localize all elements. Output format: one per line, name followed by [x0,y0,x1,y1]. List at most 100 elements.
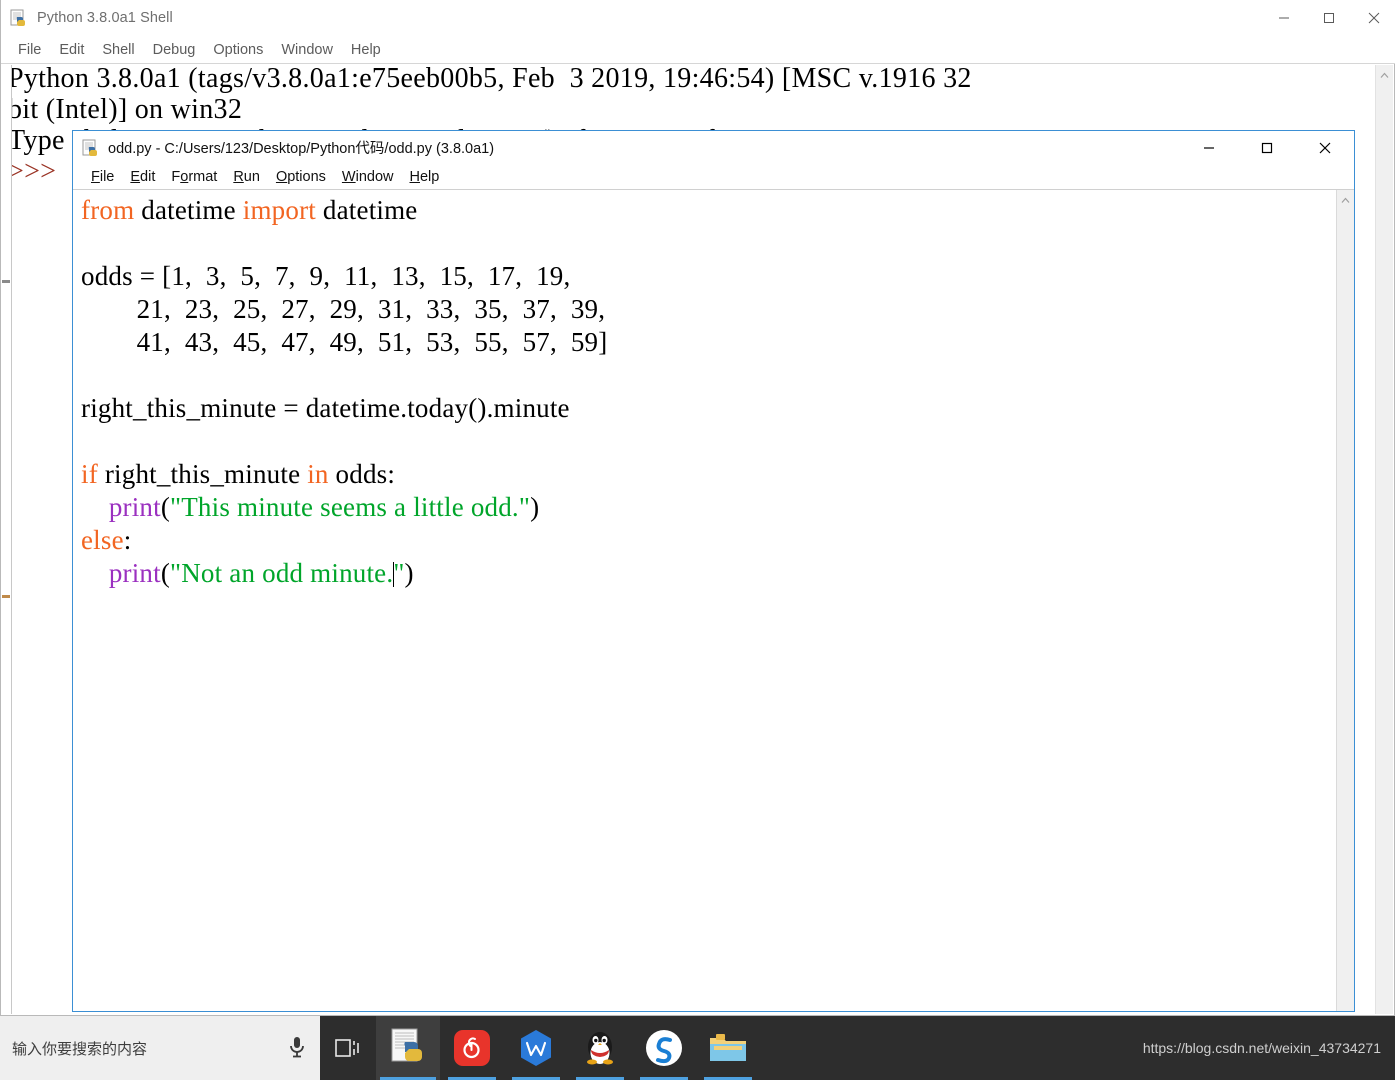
search-placeholder-text: 输入你要搜索的内容 [12,1040,148,1058]
wps-office-taskbar-icon [518,1029,554,1067]
shell-menu-options[interactable]: Options [204,40,272,60]
editor-window-controls [1180,131,1354,164]
python-idle-icon [82,139,100,157]
mnemonic: H [409,168,420,185]
shell-minimize-button[interactable] [1261,0,1306,36]
taskbar-search-box[interactable]: 输入你要搜索的内容 [0,1016,320,1080]
string-literal: "This minute seems a little odd." [170,492,531,522]
menu-rest: indow [355,168,394,185]
shell-menu-help[interactable]: Help [342,40,390,60]
keyword-else: else [81,525,124,555]
keyword-if: if [81,459,98,489]
editor-minimize-button[interactable] [1180,131,1238,164]
python-idle-taskbar-icon [389,1027,427,1070]
shell-menu-debug[interactable]: Debug [144,40,205,60]
menu-rest: rmat [188,168,218,185]
shell-menu-file[interactable]: File [9,40,50,60]
code-line-3: odds = [1, 3, 5, 7, 9, 11, 13, 15, 17, 1… [81,261,571,291]
taskbar-app-sogou[interactable] [632,1016,696,1080]
code-line-11: else: [81,524,131,557]
string-literal: "Not an odd minute. [170,558,394,588]
shell-titlebar[interactable]: Python 3.8.0a1 Shell [1,0,1395,37]
taskbar-app-file-explorer[interactable] [696,1016,760,1080]
microphone-icon[interactable] [274,1016,320,1080]
editor-menu-window[interactable]: Window [334,168,402,186]
editor-vertical-scrollbar[interactable] [1336,190,1354,1011]
builtin-print: print [108,492,161,522]
sogou-taskbar-icon [646,1030,682,1066]
desktop-root: Python 3.8.0a1 Shell File Edit Shell Deb… [0,0,1395,1080]
paren-open: ( [160,558,171,588]
taskbar-app-wps-office[interactable] [504,1016,568,1080]
menu-rest: elp [419,168,440,185]
code-text: : [123,525,132,555]
menu-pre: F [171,168,181,185]
code-line-5: 41, 43, 45, 47, 49, 51, 53, 55, 57, 59] [81,327,608,357]
editor-maximize-button[interactable] [1238,131,1296,164]
gutter-tick [2,595,10,598]
mnemonic: O [275,168,288,185]
shell-maximize-button[interactable] [1306,0,1351,36]
code-text: right_this_minute [97,459,308,489]
gutter-tick [2,280,10,283]
code-line-4: 21, 23, 25, 27, 29, 31, 33, 35, 37, 39, [81,294,606,324]
code-line-1: from datetime import datetime [81,194,417,227]
editor-menu-options[interactable]: Options [268,168,334,186]
scroll-up-arrow-icon[interactable] [1337,192,1354,208]
shell-menu-shell[interactable]: Shell [93,40,143,60]
menu-rest: ile [99,168,115,185]
mnemonic: R [233,168,244,185]
shell-menubar: File Edit Shell Debug Options Window Hel… [1,36,1395,64]
editor-menu-help[interactable]: Help [402,168,448,186]
editor-titlebar[interactable]: odd.py - C:/Users/123/Desktop/Python代码/o… [73,131,1354,164]
windows-taskbar: 输入你要搜索的内容 https://blog.csdn.net/weixin_4… [0,1016,1395,1080]
shell-window-controls [1261,0,1395,36]
taskbar-app-qq[interactable] [568,1016,632,1080]
code-text: datetime [315,195,418,225]
editor-menu-edit[interactable]: Edit [122,168,163,186]
code-text: datetime [134,195,243,225]
editor-close-button[interactable] [1296,131,1354,164]
taskbar-app-netease-music[interactable] [440,1016,504,1080]
string-literal-close: " [393,558,405,588]
code-line-12: print("Not an odd minute.") [81,557,414,590]
mnemonic: W [341,168,356,185]
mnemonic: F [91,168,100,185]
keyword-from: from [81,195,135,225]
odd-py-editor-window: odd.py - C:/Users/123/Desktop/Python代码/o… [72,130,1355,1012]
task-view-icon[interactable] [320,1016,376,1080]
editor-menu-run[interactable]: Run [225,168,268,186]
file-explorer-taskbar-icon [708,1032,748,1064]
shell-prompt: >>> [8,156,57,187]
editor-menu-file[interactable]: File [83,168,122,186]
keyword-in: in [307,459,329,489]
editor-title-text: odd.py - C:/Users/123/Desktop/Python代码/o… [108,141,495,157]
menu-rest: ptions [287,168,326,185]
keyword-import: import [242,195,316,225]
builtin-print: print [108,558,161,588]
code-line-9: if right_this_minute in odds: [81,458,395,491]
shell-menu-window[interactable]: Window [272,40,342,60]
mnemonic: E [130,168,141,185]
shell-title-text: Python 3.8.0a1 Shell [37,10,173,26]
shell-vertical-scrollbar[interactable] [1375,65,1393,1014]
python-idle-icon [10,9,28,27]
paren-open: ( [160,492,171,522]
editor-menu-format[interactable]: Format [163,168,225,186]
csdn-watermark: https://blog.csdn.net/weixin_43734271 [1142,1040,1381,1056]
shell-menu-edit[interactable]: Edit [50,40,93,60]
shell-output-line-1: Python 3.8.0a1 (tags/v3.8.0a1:e75eeb00b5… [8,65,972,94]
menu-rest: un [243,168,260,185]
menu-rest: dit [140,168,156,185]
scroll-up-arrow-icon[interactable] [1376,67,1393,83]
code-text: odds: [328,459,396,489]
taskbar-app-python-idle[interactable] [376,1016,440,1080]
shell-output-line-2: bit (Intel)] on win32 [8,94,243,125]
shell-close-button[interactable] [1351,0,1395,36]
shell-left-gutter [2,65,12,1014]
code-editor-text-area[interactable]: from datetime import datetime odds = [1,… [73,190,1337,1011]
code-line-10: print("This minute seems a little odd.") [81,491,539,524]
paren-close: ) [404,558,414,588]
